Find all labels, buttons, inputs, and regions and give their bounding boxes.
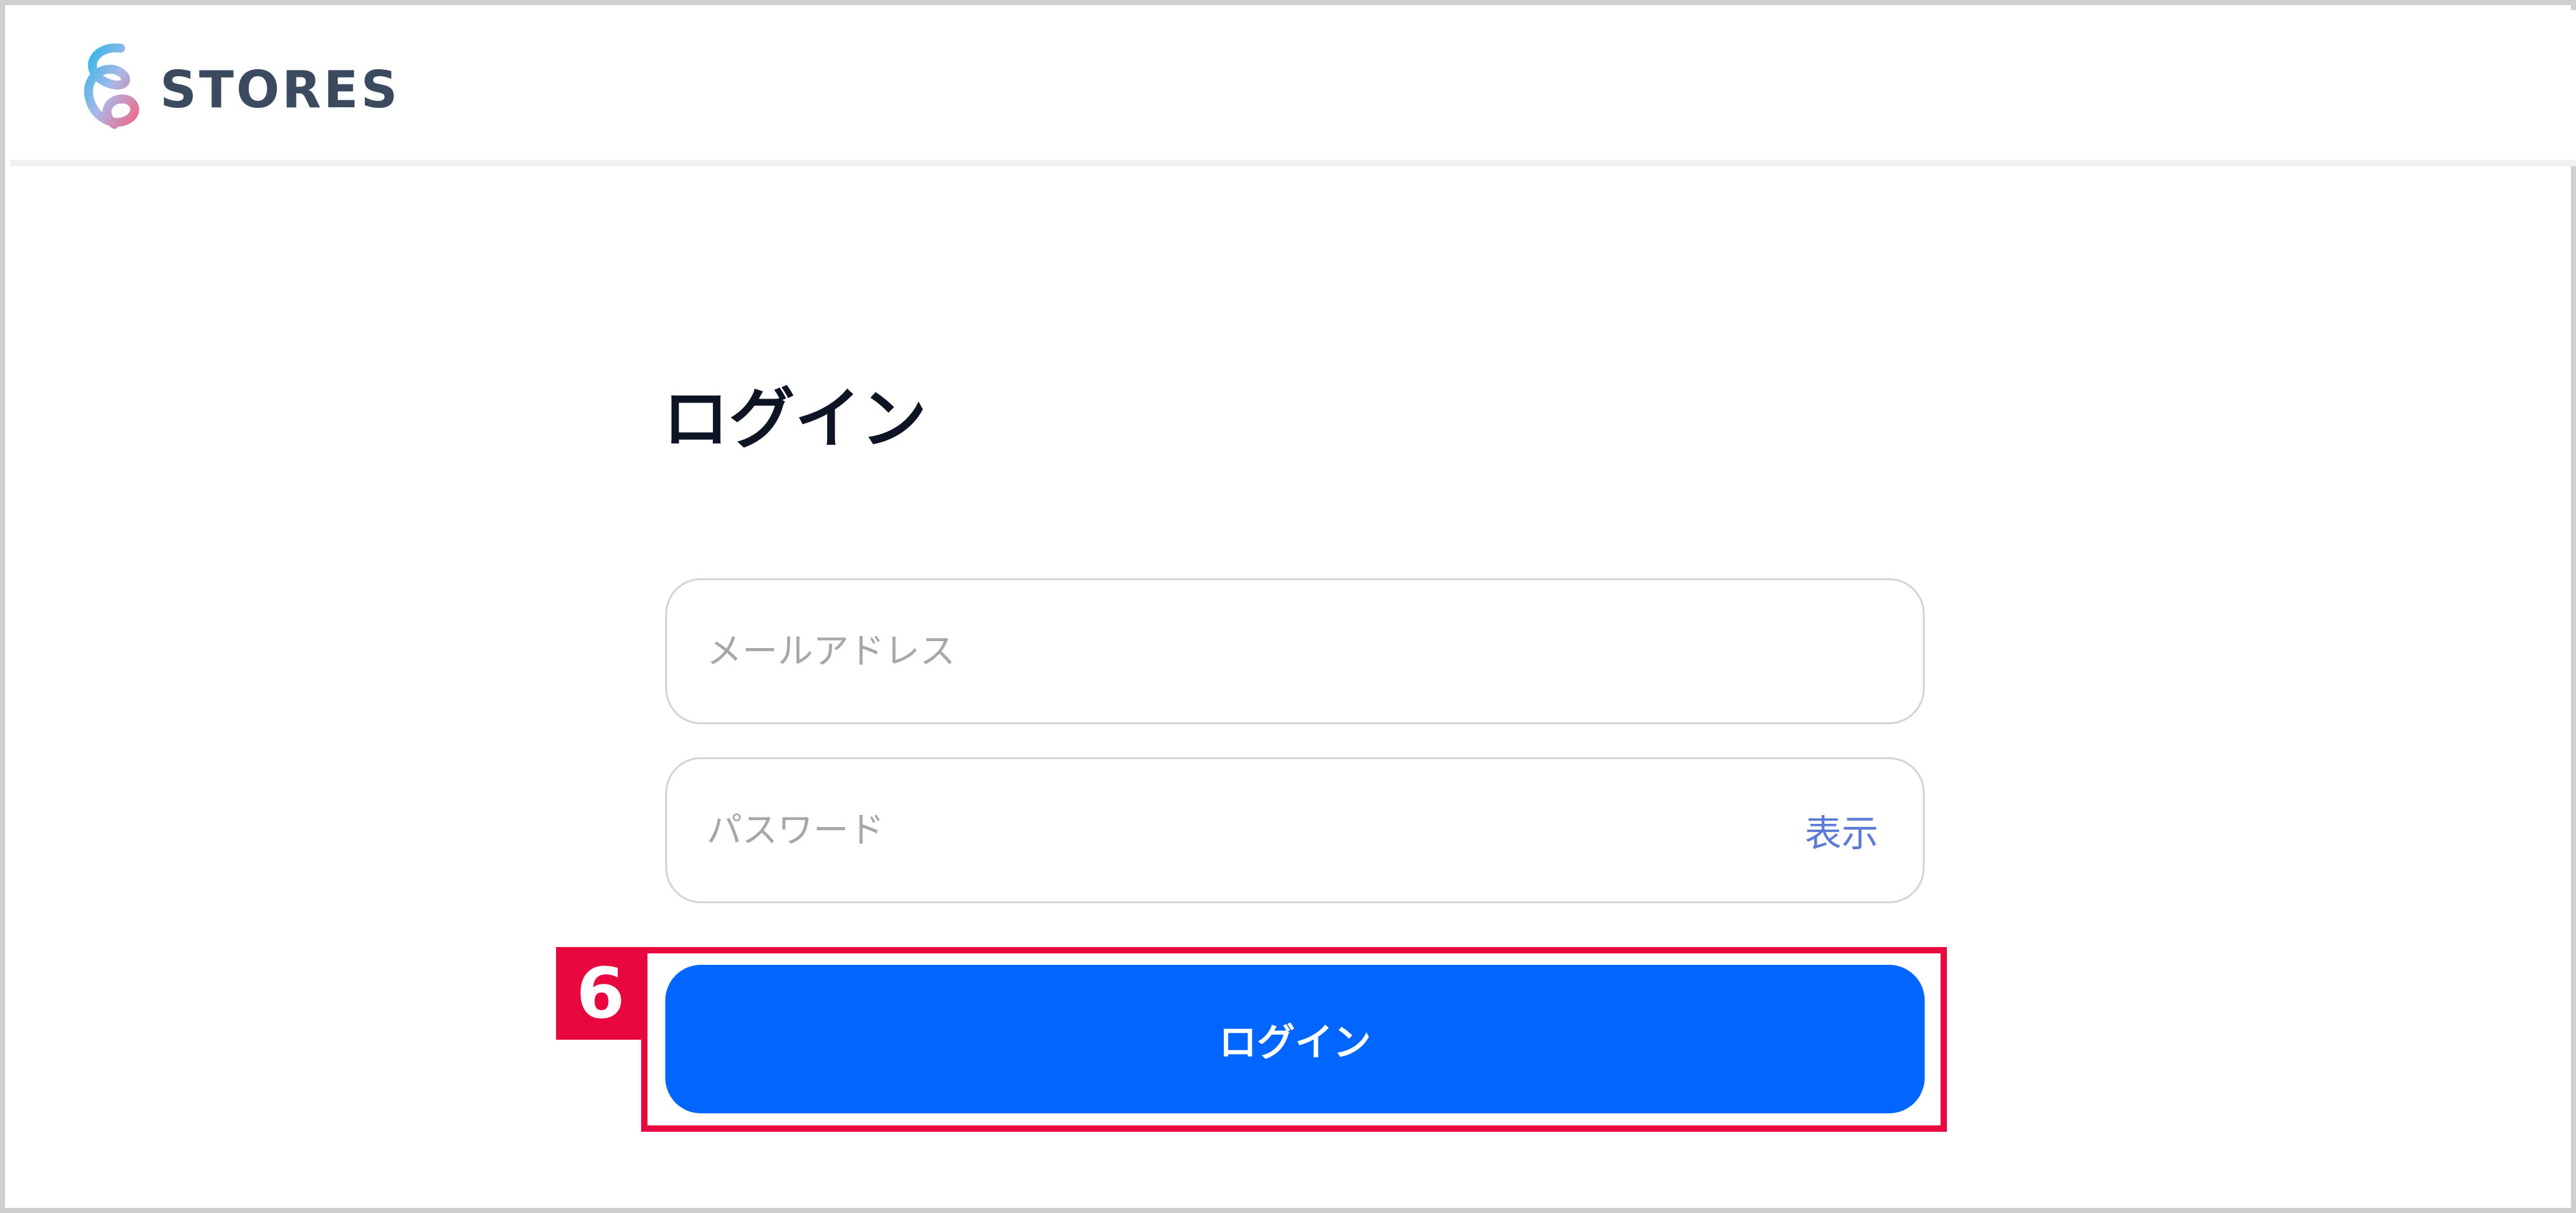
page-title: ログイン [663,380,927,458]
brand-name: STORES [160,60,401,119]
stores-logo-icon [84,43,140,129]
brand-logo[interactable]: STORES [76,42,400,137]
password-input[interactable] [707,759,1786,901]
step-number-badge: 6 [556,947,645,1040]
login-button[interactable]: ログイン [665,965,1925,1113]
email-field[interactable] [665,578,1925,724]
show-password-toggle[interactable]: 表示 [1805,759,1878,901]
site-header: STORES [10,10,2576,166]
page-frame: STORES ログイン 表示 6 ログイン [0,0,2576,1213]
email-input[interactable] [707,580,1786,722]
password-field[interactable]: 表示 [665,757,1925,903]
